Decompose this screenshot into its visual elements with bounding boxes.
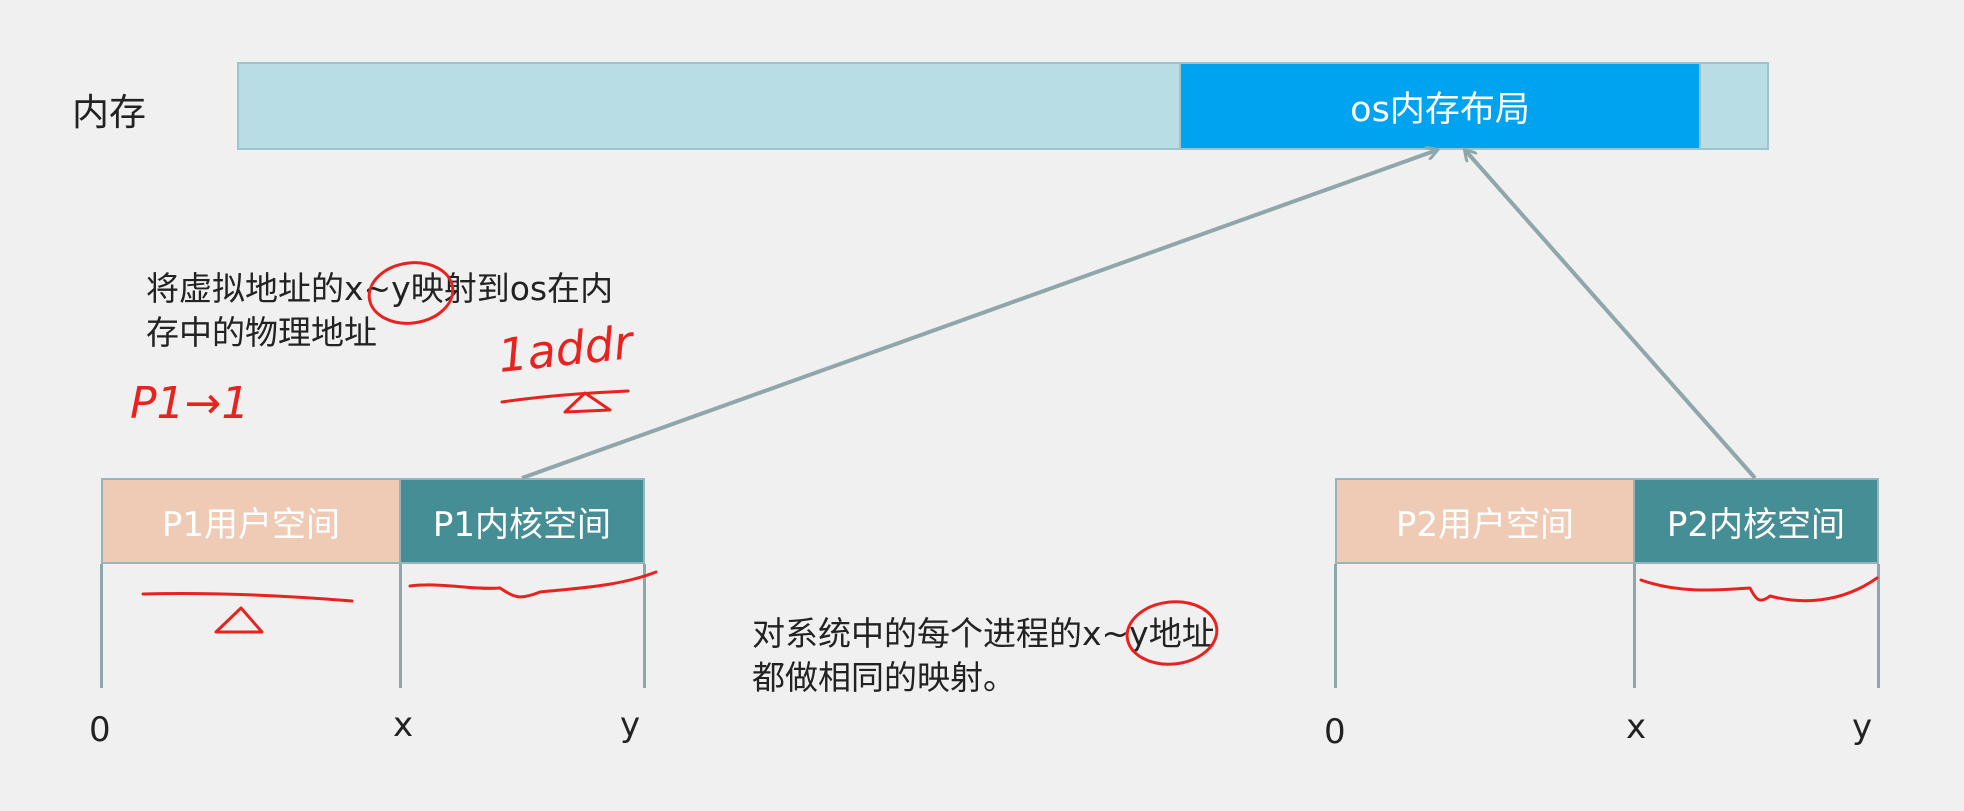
annotation-underline-p1-user [141, 591, 354, 603]
p1-kernel-mapping-arrow [521, 150, 1437, 480]
overlay-layer: P1→1 1addr [130, 0, 1879, 666]
handwritten-p1-note: P1→1 [130, 378, 249, 429]
annotation-circle-top [367, 261, 455, 325]
annotation-wave-p1-kernel [408, 570, 658, 599]
p2-kernel-mapping-arrow [1465, 150, 1757, 480]
annotation-underline-addr [500, 389, 630, 404]
handwritten-addr-note: 1addr [496, 315, 639, 383]
diagram-canvas: 内存 os内存布局 P1用户空间 P1内核空间 0 x y P2用户空间 P2内… [0, 0, 1964, 811]
annotation-triangle-p1-user [214, 606, 264, 634]
annotation-circle-bottom [1125, 600, 1219, 666]
annotation-wave-p2-kernel [1639, 576, 1879, 603]
